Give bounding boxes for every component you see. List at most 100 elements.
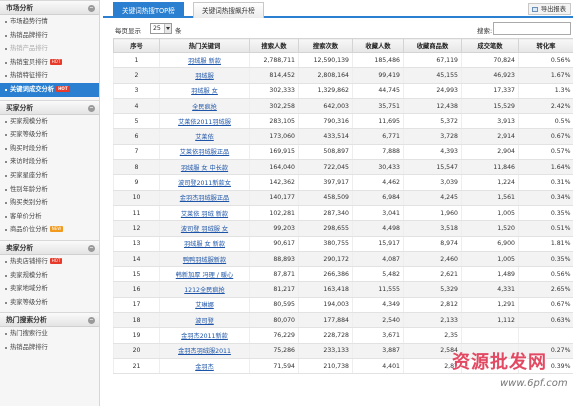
keyword-link[interactable]: 金羽杰2011新款 xyxy=(159,327,250,344)
keyword-link[interactable]: 金羽杰羽绒服2011 xyxy=(159,343,250,359)
keyword-link[interactable]: 羽绒服 xyxy=(159,67,250,84)
search-input[interactable] xyxy=(493,22,571,35)
sidebar-item[interactable]: 卖家等级分析 xyxy=(0,296,99,310)
keyword-link[interactable]: 羽绒服 新款 xyxy=(159,52,250,69)
tab-hot-keywords-rising[interactable]: 关键词热搜飙升榜 xyxy=(193,2,264,18)
keyword-link[interactable]: 金羽杰羽绒服正品 xyxy=(159,190,250,206)
column-header[interactable]: 搜索人数 xyxy=(249,38,299,53)
sidebar-item[interactable]: 热门搜索行业 xyxy=(0,327,99,341)
bullet-icon xyxy=(5,229,7,232)
bullet-icon xyxy=(5,288,7,291)
sidebar-item[interactable]: 热销产品排行 xyxy=(0,42,99,56)
sidebar-item[interactable]: 买家星座分析 xyxy=(0,169,99,183)
table-cell: 1,224 xyxy=(461,174,519,191)
keyword-link[interactable]: 波司登 xyxy=(159,312,250,329)
table-cell: 6,984 xyxy=(352,190,404,206)
sidebar-item[interactable]: 热销特征排行 xyxy=(0,69,99,83)
chevron-down-icon[interactable] xyxy=(164,24,171,33)
keyword-link[interactable]: 1212全民疯抢 xyxy=(159,281,250,298)
sidebar-item[interactable]: 关键词成交分析 HOT xyxy=(0,82,99,97)
sidebar-section-header[interactable]: 买家分析 − xyxy=(0,99,99,115)
sidebar-item[interactable]: 市场趋势行情 xyxy=(0,15,99,29)
keyword-link[interactable]: 艾莱依 羽绒 新款 xyxy=(159,205,250,222)
collapse-icon[interactable]: − xyxy=(88,5,95,12)
table-cell: 4,462 xyxy=(352,174,404,191)
table-row: 4 全民疯抢 302,258 642,003 35,751 12,438 15,529 2.4… xyxy=(113,98,573,115)
sidebar-item[interactable]: 买家规模分析 xyxy=(0,115,99,129)
keyword-link[interactable]: 金羽杰 xyxy=(159,358,250,375)
sidebar-section-header[interactable]: 卖家分析 − xyxy=(0,239,99,255)
table-cell: 185,486 xyxy=(352,52,404,69)
keyword-link[interactable]: 韩新加厚 冯理 / 暖心 xyxy=(159,266,250,283)
sidebar-item[interactable]: 热销品牌排行 xyxy=(0,341,99,355)
sidebar-item[interactable]: 卖家地域分析 xyxy=(0,282,99,296)
table-cell: 508,897 xyxy=(298,144,353,161)
sidebar-item[interactable]: 热销品牌排行 xyxy=(0,29,99,43)
keyword-link[interactable]: 羽绒服 女 中长款 xyxy=(159,159,250,176)
export-report-button[interactable]: 导出报表 xyxy=(527,3,571,15)
column-header[interactable]: 转化率 xyxy=(518,38,573,53)
table-row: 5 艾莱依2011羽绒服 283,105 790,316 11,695 5,372 3,91… xyxy=(113,113,573,130)
collapse-icon[interactable]: − xyxy=(88,317,95,325)
table-cell: 5,329 xyxy=(403,281,462,298)
table-cell: 4,401 xyxy=(352,358,404,375)
sidebar-item[interactable]: 商品价位分析 NEW xyxy=(0,223,99,237)
sidebar-section-header[interactable]: 市场分析 − xyxy=(0,0,99,15)
sidebar-item[interactable]: 性别年龄分析 xyxy=(0,183,99,197)
page-size-prefix: 每页显示 xyxy=(115,27,141,35)
sidebar-item[interactable]: 热销宝贝排行 HOT xyxy=(0,56,99,70)
table-cell: 2,788,711 xyxy=(249,52,299,69)
column-header[interactable]: 序号 xyxy=(113,38,160,53)
table-cell: 194,003 xyxy=(298,297,353,314)
keyword-link[interactable]: 全民疯抢 xyxy=(159,98,250,115)
sidebar-section-header[interactable]: 热门搜索分析 − xyxy=(0,312,99,328)
sidebar-item[interactable]: 热卖店铺排行 HOT xyxy=(0,255,99,269)
keyword-link[interactable]: 羽绒服 女 新款 xyxy=(159,236,250,252)
keyword-link[interactable]: 艾莱依羽绒服正品 xyxy=(159,144,250,161)
bullet-icon xyxy=(5,75,7,78)
column-header[interactable]: 搜索次数 xyxy=(298,38,353,53)
table-cell: 0.5% xyxy=(518,113,573,130)
table-cell: 173,060 xyxy=(249,128,299,145)
collapse-icon[interactable]: − xyxy=(88,244,95,252)
table-cell: 4 xyxy=(113,98,160,115)
tab-hot-keywords-top[interactable]: 关键词热搜TOP榜 xyxy=(113,2,184,18)
table-cell: 177,884 xyxy=(298,312,353,329)
tab-bar: 关键词热搜TOP榜 关键词热搜飙升榜 导出报表 xyxy=(103,0,573,18)
keyword-link[interactable]: 羽绒服 女 xyxy=(159,83,250,99)
table-cell: 233,133 xyxy=(298,343,353,359)
sidebar-item-label: 购买时段分析 xyxy=(10,144,48,152)
column-header[interactable]: 收藏商品数 xyxy=(403,38,462,53)
table-cell: 722,045 xyxy=(298,159,353,176)
sidebar-item[interactable]: 来访时段分析 xyxy=(0,155,99,169)
keyword-link[interactable]: 波司登 羽绒服 女 xyxy=(159,220,250,237)
sidebar-item[interactable]: 购买类别分析 xyxy=(0,196,99,210)
column-header[interactable]: 成交笔数 xyxy=(461,38,519,53)
sidebar-item[interactable]: 买家等级分析 xyxy=(0,128,99,142)
sidebar-item[interactable]: 购买时段分析 xyxy=(0,142,99,156)
sidebar-item[interactable]: 卖家规模分析 xyxy=(0,269,99,283)
watermark-logo: 资源批发网 xyxy=(452,352,547,373)
table-cell: 45,155 xyxy=(403,67,462,84)
keyword-link[interactable]: 鸭鸭羽绒服新款 xyxy=(159,251,250,268)
table-cell: 20 xyxy=(113,343,160,359)
keyword-link[interactable]: 艾莱依 xyxy=(159,128,250,145)
table-cell: 2,914 xyxy=(461,128,519,145)
keyword-link[interactable]: 艾莱依2011羽绒服 xyxy=(159,113,250,130)
table-cell: 44,745 xyxy=(352,83,404,99)
collapse-icon[interactable]: − xyxy=(88,104,95,112)
table-cell: 75,286 xyxy=(249,343,299,359)
table-cell: 0.57% xyxy=(518,144,573,161)
keyword-link[interactable]: 波司登2011新款女 xyxy=(159,174,250,191)
table-cell: 2 xyxy=(113,67,160,84)
column-header[interactable]: 热门关键词 xyxy=(159,38,250,53)
column-header[interactable]: 收藏人数 xyxy=(352,38,404,53)
table-toolbar: 每页显示 25 条 搜索: xyxy=(113,22,573,36)
sidebar-item-label: 性别年龄分析 xyxy=(10,185,48,193)
keyword-link[interactable]: 艾琳娜 xyxy=(159,297,250,314)
sidebar-item[interactable]: 客单价分析 xyxy=(0,210,99,224)
table-cell: 99,419 xyxy=(352,67,404,84)
page-size-select[interactable]: 25 xyxy=(150,23,172,34)
table-cell: 3 xyxy=(113,83,160,99)
bullet-icon xyxy=(5,88,7,91)
